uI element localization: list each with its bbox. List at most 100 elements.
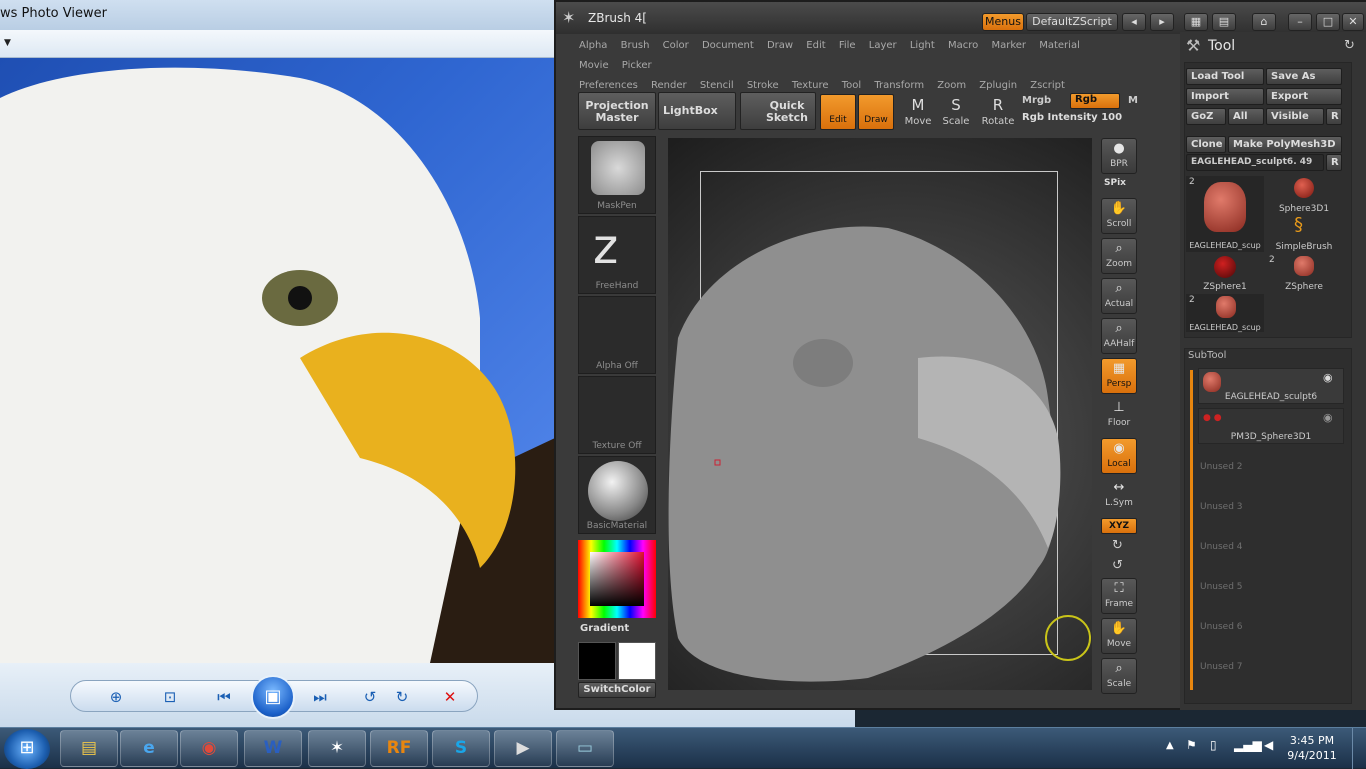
eye-icon[interactable]: ◉	[1323, 411, 1333, 424]
alpha-slot[interactable]: Alpha Off	[578, 296, 656, 374]
actual-button[interactable]: ⌕ Actual	[1101, 278, 1137, 314]
floor-button[interactable]: ⊥ Floor	[1101, 398, 1137, 434]
m-toggle[interactable]: M	[1128, 95, 1138, 106]
projection-master-button[interactable]: Projection Master	[578, 92, 656, 130]
subtool-row-pm3d[interactable]: ● ● ◉ PM3D_Sphere3D1	[1198, 408, 1344, 444]
rotate-y-icon[interactable]: ↻	[1112, 538, 1123, 553]
all-button[interactable]: All	[1228, 108, 1264, 125]
show-desktop-button[interactable]	[1352, 728, 1366, 769]
make-polymesh-button[interactable]: Make PolyMesh3D	[1228, 136, 1342, 153]
menu-zplugin[interactable]: Zplugin	[979, 76, 1017, 96]
export-button[interactable]: Export	[1266, 88, 1342, 105]
tool-thumb-eaglehead-2[interactable]: 2 EAGLEHEAD_scup	[1186, 294, 1264, 332]
color-picker-square[interactable]	[590, 552, 644, 606]
subtool-row-eaglehead[interactable]: ◉ EAGLEHEAD_sculpt6	[1198, 368, 1344, 404]
document-canvas[interactable]	[668, 138, 1092, 690]
lsym-button[interactable]: ↔ L.Sym	[1101, 478, 1137, 514]
power-icon[interactable]: ▯	[1210, 738, 1217, 752]
movie-maker-icon[interactable]: ▶	[494, 730, 552, 767]
material-slot[interactable]: BasicMaterial	[578, 456, 656, 534]
fit-icon[interactable]: ⊡	[157, 686, 183, 708]
visible-button[interactable]: Visible	[1266, 108, 1324, 125]
clock[interactable]: 3:45 PM 9/4/2011	[1282, 733, 1342, 763]
local-button[interactable]: ◉ Local	[1101, 438, 1137, 474]
tool-thumb-zsphere1[interactable]: ZSphere1	[1186, 254, 1264, 292]
zoom-icon[interactable]: ⊕	[103, 686, 129, 708]
persp-button[interactable]: ▦ Persp	[1101, 358, 1137, 394]
close-icon[interactable]: ✕	[1342, 13, 1364, 31]
gradient-label[interactable]: Gradient	[580, 623, 629, 634]
menu-light[interactable]: Light	[910, 36, 935, 56]
ie-icon[interactable]: e	[120, 730, 178, 767]
previous-icon[interactable]: ⏮	[211, 686, 237, 708]
zbrush-title-bar[interactable]: ✶ ZBrush 4[ Menus DefaultZScript ◂ ▸ ▦ ▤…	[556, 2, 1366, 34]
eye-icon[interactable]: ◉	[1323, 371, 1333, 384]
rotate-button[interactable]: R Rotate	[978, 94, 1018, 134]
frame-button[interactable]: ⛶ Frame	[1101, 578, 1137, 614]
chrome-icon[interactable]: ◉	[180, 730, 238, 767]
visible-r-button[interactable]: R	[1326, 108, 1342, 125]
menu-zoom[interactable]: Zoom	[937, 76, 966, 96]
secondary-color-swatch[interactable]	[618, 642, 656, 680]
edit-button[interactable]: Edit	[820, 94, 856, 130]
dropdown-arrow-icon[interactable]: ▼	[4, 38, 11, 48]
maximize-icon[interactable]: □	[1316, 13, 1340, 31]
show-hidden-icons-icon[interactable]: ▲	[1166, 740, 1174, 751]
current-tool-slider[interactable]: EAGLEHEAD_sculpt6. 49	[1186, 154, 1324, 171]
quick-sketch-button[interactable]: Quick Sketch	[740, 92, 816, 130]
rotate-z-icon[interactable]: ↺	[1112, 558, 1123, 573]
lightbox-button[interactable]: LightBox	[658, 92, 736, 130]
subtool-scrollbar[interactable]	[1190, 370, 1193, 690]
menu-picker[interactable]: Picker	[622, 56, 652, 76]
zbrush-icon[interactable]: ✶	[308, 730, 366, 767]
menu-alpha[interactable]: Alpha	[579, 36, 607, 56]
texture-slot[interactable]: Texture Off	[578, 376, 656, 454]
move-view-button[interactable]: ✋ Move	[1101, 618, 1137, 654]
volume-icon[interactable]: ◀	[1264, 738, 1273, 752]
delete-icon[interactable]: ✕	[437, 686, 463, 708]
menu-draw[interactable]: Draw	[767, 36, 793, 56]
zoom-button[interactable]: ⌕ Zoom	[1101, 238, 1137, 274]
minimize-icon[interactable]: –	[1288, 13, 1312, 31]
aahalf-button[interactable]: ⌕ AAHalf	[1101, 318, 1137, 354]
menus-button[interactable]: Menus	[982, 13, 1024, 31]
mrgb-toggle[interactable]: Mrgb	[1022, 95, 1051, 106]
xyz-button[interactable]: XYZ	[1101, 518, 1137, 534]
skype-icon[interactable]: S	[432, 730, 490, 767]
color-picker[interactable]	[578, 540, 656, 618]
bpr-button[interactable]: ● BPR	[1101, 138, 1137, 174]
tool-thumb-sphere3d1[interactable]: Sphere3D1	[1266, 176, 1342, 214]
draw-button[interactable]: Draw	[858, 94, 894, 130]
lock-icon[interactable]: ⌂	[1252, 13, 1276, 31]
rotate-cw-icon[interactable]: ↻	[389, 686, 415, 708]
start-button[interactable]: ⊞	[4, 729, 50, 769]
tool-thumb-eaglehead[interactable]: 2 EAGLEHEAD_scup	[1186, 176, 1264, 252]
spix-slider[interactable]: SPix	[1104, 178, 1126, 188]
move-button[interactable]: M Move	[898, 94, 938, 134]
menu-layer[interactable]: Layer	[869, 36, 897, 56]
menu-color[interactable]: Color	[663, 36, 689, 56]
load-tool-button[interactable]: Load Tool	[1186, 68, 1264, 85]
tool-thumb-zsphere[interactable]: 2 ZSphere	[1266, 254, 1342, 292]
palette-left-icon[interactable]: ◂	[1122, 13, 1146, 31]
palette-right-icon[interactable]: ▸	[1150, 13, 1174, 31]
explorer-icon[interactable]: ▤	[60, 730, 118, 767]
clone-button[interactable]: Clone	[1186, 136, 1226, 153]
primary-color-swatch[interactable]	[578, 642, 616, 680]
menu-transform[interactable]: Transform	[874, 76, 924, 96]
scale-view-button[interactable]: ⌕ Scale	[1101, 658, 1137, 694]
brush-slot[interactable]: MaskPen	[578, 136, 656, 214]
stroke-slot[interactable]: z FreeHand	[578, 216, 656, 294]
scale-button[interactable]: S Scale	[936, 94, 976, 134]
network-icon[interactable]: ▂▄▆	[1234, 738, 1262, 752]
menu-brush[interactable]: Brush	[621, 36, 650, 56]
photo-viewer-icon[interactable]: ▭	[556, 730, 614, 767]
menu-zscript[interactable]: Zscript	[1030, 76, 1065, 96]
menu-tool[interactable]: Tool	[842, 76, 861, 96]
menu-macro[interactable]: Macro	[948, 36, 978, 56]
rgb-toggle[interactable]: Rgb	[1070, 93, 1120, 109]
refresh-icon[interactable]: ↻	[1344, 38, 1355, 53]
word-icon[interactable]: W	[244, 730, 302, 767]
scroll-button[interactable]: ✋ Scroll	[1101, 198, 1137, 234]
menu-material[interactable]: Material	[1039, 36, 1080, 56]
